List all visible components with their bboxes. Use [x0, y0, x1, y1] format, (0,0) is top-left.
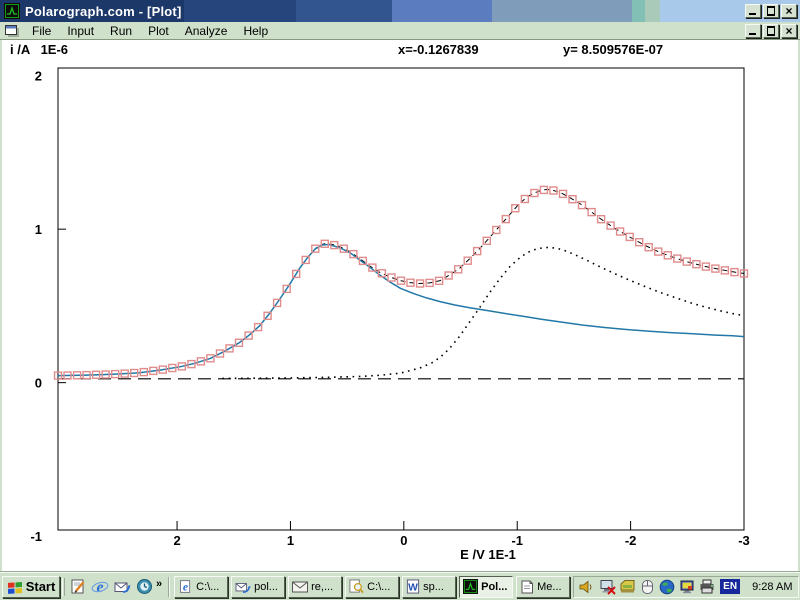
window-title: Polarograph.com - [Plot] — [25, 4, 181, 19]
x-axis-title: E /V 1E-1 — [460, 547, 516, 562]
svg-text:-3: -3 — [738, 533, 750, 548]
app-icon — [4, 3, 20, 19]
taskbar-button-search-window[interactable]: C:\... — [345, 576, 399, 598]
svg-text:1: 1 — [35, 222, 42, 237]
svg-text:0: 0 — [35, 376, 42, 391]
taskbar-divider — [168, 577, 170, 597]
taskbar-button-label: sp... — [423, 581, 444, 593]
plot-client-area: i /A 1E-6 x=-0.1267839 y= 8.509576E-07 2… — [0, 40, 800, 572]
menu-plot[interactable]: Plot — [140, 22, 177, 40]
svg-text:e: e — [96, 579, 103, 596]
taskbar-button-label: Me... — [537, 581, 561, 593]
mdi-child-icon[interactable] — [4, 24, 20, 38]
media-player-icon[interactable] — [133, 577, 155, 597]
svg-text:2: 2 — [35, 69, 42, 84]
quicklaunch-overflow-chevron[interactable]: » — [156, 578, 162, 590]
svg-text:e: e — [183, 581, 188, 594]
x-axis: 2 1 0 -1 -2 -3 E /V 1E-1 — [173, 521, 749, 562]
quicklaunch-grip[interactable] — [62, 578, 65, 596]
display-settings-icon[interactable] — [678, 579, 696, 595]
polarograph-app-icon — [463, 579, 478, 594]
printer-icon[interactable] — [698, 579, 716, 595]
menu-file[interactable]: File — [24, 22, 59, 40]
mail-send-icon — [235, 580, 251, 594]
globe-icon[interactable] — [658, 579, 676, 595]
y-axis: 2 1 0 -1 — [30, 69, 66, 544]
series-component-1 — [58, 245, 744, 376]
series-measured-markers — [55, 186, 748, 379]
taskbar: Start e » — [0, 572, 800, 600]
menubar: File Input Run Plot Analyze Help × — [0, 22, 800, 40]
internet-explorer-icon[interactable]: e — [89, 577, 111, 597]
svg-text:2: 2 — [173, 533, 180, 548]
svg-text:1: 1 — [287, 533, 294, 548]
envelope-icon — [292, 581, 308, 593]
notepad-icon — [520, 580, 534, 594]
svg-text:-1: -1 — [30, 529, 42, 544]
system-tray: EN 9:28 AM — [573, 576, 799, 598]
word-document-icon: W — [406, 579, 420, 594]
taskbar-button-label: pol... — [254, 581, 278, 593]
taskbar-button-polarograph[interactable]: Pol... — [459, 576, 513, 598]
network-error-icon[interactable] — [598, 579, 616, 595]
start-button[interactable]: Start — [2, 576, 60, 598]
taskbar-button-ie-window[interactable]: e C:\... — [174, 576, 228, 598]
minimize-button[interactable] — [745, 4, 761, 18]
mdi-minimize-button[interactable] — [745, 24, 761, 38]
restore-button[interactable] — [763, 4, 779, 18]
taskbar-button-label: C:\... — [196, 581, 219, 593]
svg-text:0: 0 — [400, 533, 407, 548]
windows-flag-icon — [7, 580, 23, 594]
taskbar-button-label: re,... — [311, 581, 333, 593]
svg-text:-2: -2 — [625, 533, 637, 548]
titlebar: Polarograph.com - [Plot] × — [0, 0, 800, 22]
internet-explorer-icon: e — [178, 579, 193, 594]
taskbar-button-re-message[interactable]: re,... — [288, 576, 342, 598]
mdi-close-button[interactable]: × — [781, 24, 797, 38]
taskbar-button-pol-mail[interactable]: pol... — [231, 576, 285, 598]
menu-help[interactable]: Help — [235, 22, 276, 40]
mdi-restore-button[interactable] — [763, 24, 779, 38]
menu-input[interactable]: Input — [59, 22, 102, 40]
plot-frame — [58, 68, 744, 530]
show-desktop-icon[interactable] — [67, 577, 89, 597]
plot-canvas[interactable]: 2 1 0 -1 -2 -3 E /V 1E-1 2 1 0 -1 — [0, 40, 800, 572]
start-button-label: Start — [26, 579, 56, 594]
taskbar-button-label: C:\... — [367, 581, 390, 593]
outlook-express-icon[interactable] — [111, 577, 133, 597]
series-measured-data — [58, 189, 744, 375]
menu-analyze[interactable]: Analyze — [177, 22, 236, 40]
taskbar-clock[interactable]: 9:28 AM — [752, 581, 792, 593]
svg-text:-1: -1 — [511, 533, 523, 548]
language-indicator[interactable]: EN — [720, 579, 740, 594]
volume-icon[interactable] — [578, 579, 596, 595]
search-icon — [349, 579, 364, 594]
taskbar-button-word-doc[interactable]: W sp... — [402, 576, 456, 598]
taskbar-button-label: Pol... — [481, 581, 507, 593]
menu-run[interactable]: Run — [102, 22, 140, 40]
taskbar-button-me-notepad[interactable]: Me... — [516, 576, 570, 598]
mouse-icon[interactable] — [638, 579, 656, 595]
svg-text:W: W — [408, 582, 418, 593]
device-utility-icon[interactable] — [618, 579, 636, 595]
close-button[interactable]: × — [781, 4, 797, 18]
